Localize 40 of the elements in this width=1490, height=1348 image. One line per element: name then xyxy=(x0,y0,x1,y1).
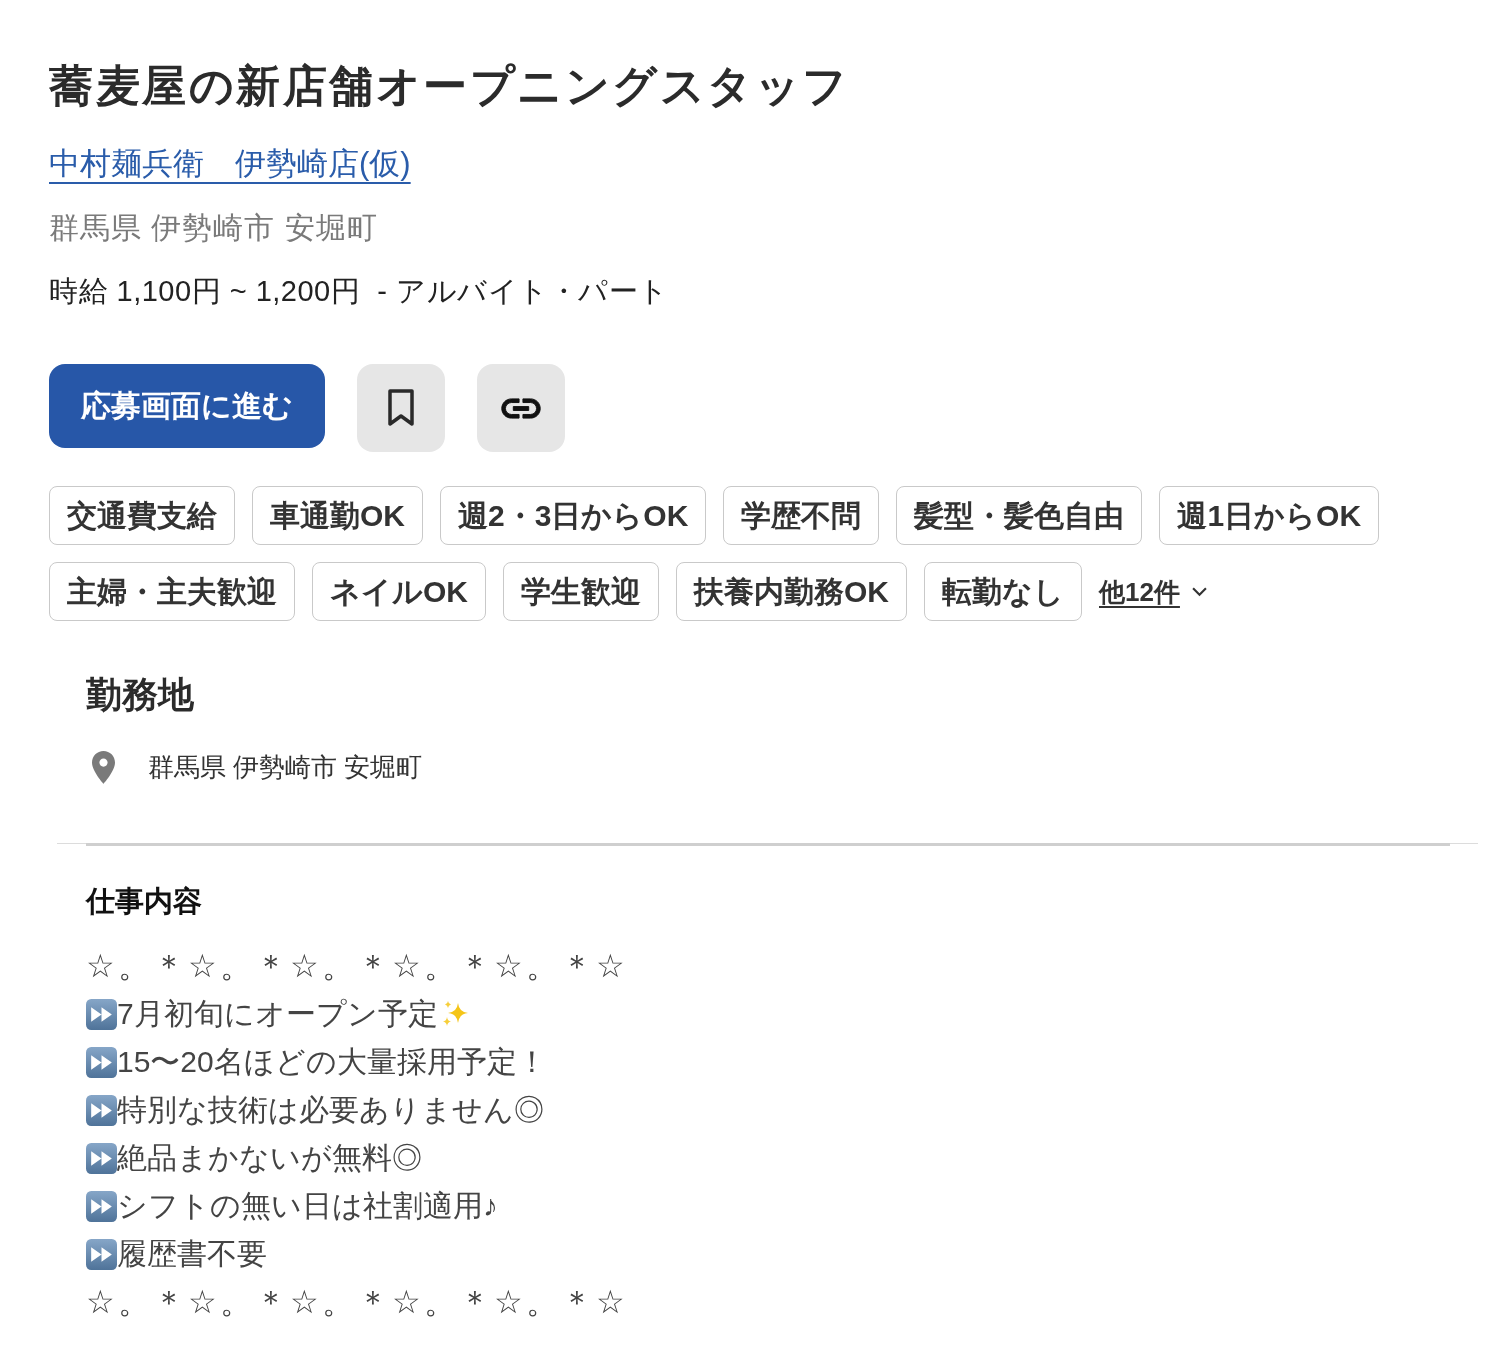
feature-tag: ネイルOK xyxy=(312,562,486,621)
job-title: 蕎麦屋の新店舗オープニングスタッフ xyxy=(49,60,851,112)
description-line: 絶品まかないが無料◎ xyxy=(117,1140,422,1176)
feature-tag: 週1日からOK xyxy=(1159,486,1380,545)
feature-tag: 扶養内勤務OK xyxy=(676,562,907,621)
link-icon xyxy=(501,397,541,419)
feature-tag: 学生歓迎 xyxy=(503,562,659,621)
fast-forward-icon xyxy=(86,1046,117,1078)
job-address: 群馬県 伊勢崎市 安堀町 xyxy=(49,210,379,246)
bookmark-icon xyxy=(388,389,414,427)
more-tags-link[interactable]: 他12件 xyxy=(1099,574,1207,609)
description-line: シフトの無い日は社割適用♪ xyxy=(117,1188,498,1224)
feature-tag: 車通勤OK xyxy=(252,486,423,545)
section-heading: 仕事内容 xyxy=(86,884,203,919)
bookmark-button[interactable] xyxy=(357,364,445,452)
decorative-line: ☆。＊☆。＊☆。＊☆。＊☆。＊☆ xyxy=(86,947,629,986)
fast-forward-icon xyxy=(86,1238,117,1270)
salary-text: 時給 1,100円 ~ 1,200円 - アルバイト・パート xyxy=(49,274,670,309)
decorative-line: ☆。＊☆。＊☆。＊☆。＊☆。＊☆ xyxy=(86,1283,629,1322)
copy-link-button[interactable] xyxy=(477,364,565,452)
description-line: 特別な技術は必要ありません◎ xyxy=(117,1092,544,1128)
section-heading: 勤務地 xyxy=(86,673,195,717)
feature-tag: 髪型・髪色自由 xyxy=(896,486,1143,545)
feature-tag: 週2・3日からOK xyxy=(440,486,707,545)
feature-tag: 学歴不問 xyxy=(723,486,880,545)
feature-tag: 主婦・主夫歓迎 xyxy=(49,562,295,621)
description-line: 15〜20名ほどの大量採用予定！ xyxy=(117,1044,547,1080)
company-link[interactable]: 中村麺兵衛 伊勢崎店(仮) xyxy=(49,144,411,184)
fast-forward-icon xyxy=(86,1142,117,1174)
location-pin-icon xyxy=(92,750,115,784)
chevron-down-icon xyxy=(1191,586,1207,597)
feature-tag: 交通費支給 xyxy=(49,486,235,545)
fast-forward-icon xyxy=(86,1094,117,1126)
description-line: 7月初旬にオープン予定 xyxy=(117,996,438,1032)
fast-forward-icon xyxy=(86,998,117,1030)
apply-button[interactable]: 応募画面に進む xyxy=(49,364,325,448)
location-address: 群馬県 伊勢崎市 安堀町 xyxy=(148,751,423,784)
fast-forward-icon xyxy=(86,1190,117,1222)
description-line: 履歴書不要 xyxy=(117,1236,267,1272)
feature-tag: 転勤なし xyxy=(924,562,1082,621)
